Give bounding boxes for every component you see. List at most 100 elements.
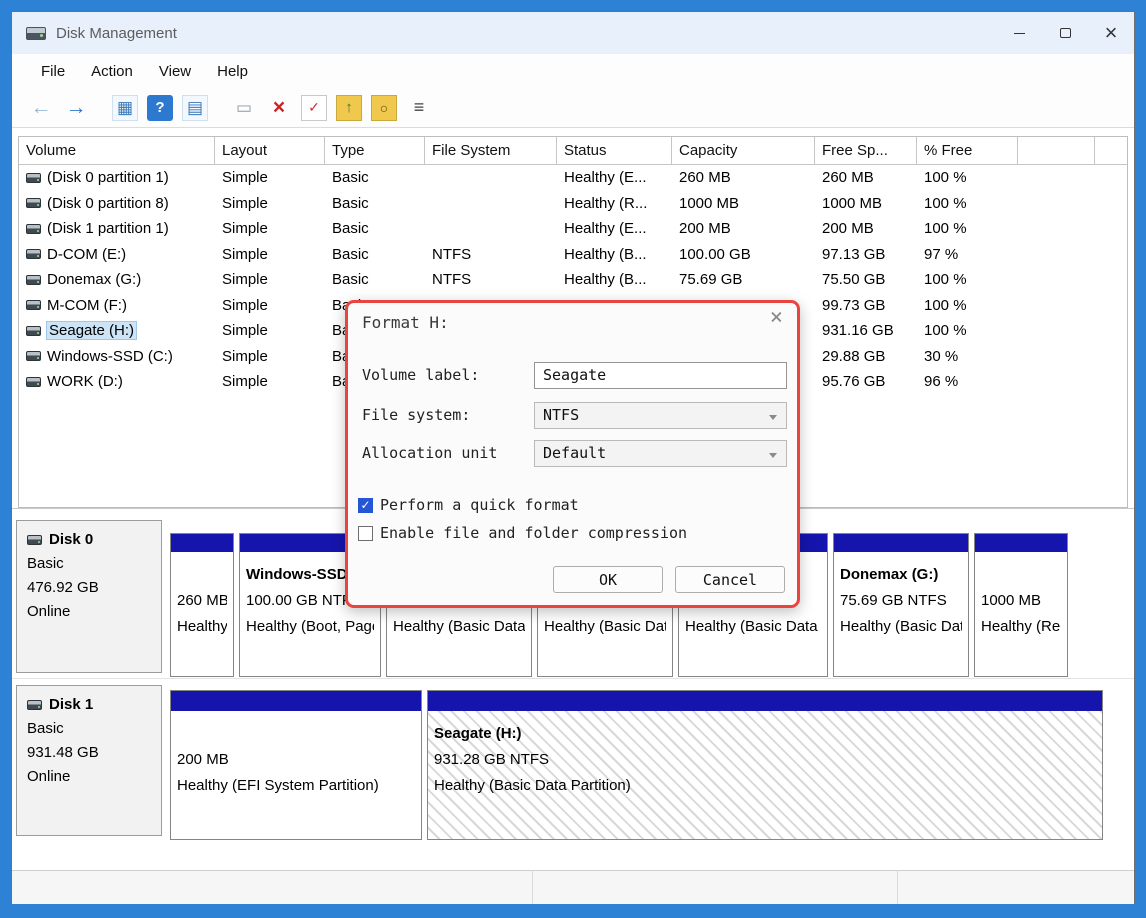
cell-capacity: 1000 MB [672,191,815,217]
compression-label: Enable file and folder compression [380,524,687,542]
volume-table-row[interactable]: (Disk 1 partition 1) Simple Basic Health… [19,216,1127,242]
partition-seagate-h[interactable]: Seagate (H:) 931.28 GB NTFS Healthy (Bas… [427,690,1103,840]
cell-free-space: 29.88 GB [815,344,917,370]
cell-layout: Simple [215,267,325,293]
cell-layout: Simple [215,369,325,395]
check-volume-icon[interactable]: ✓ [301,95,327,121]
disk-separator [12,678,1134,679]
cell-file-system [425,165,557,191]
compression-checkbox[interactable]: Enable file and folder compression [358,523,687,543]
volume-label-input[interactable] [534,362,787,389]
volume-name: Windows-SSD (C:) [47,348,173,365]
partition-title: Seagate (H:) [434,721,1096,747]
console-window-icon[interactable]: ▦ [112,95,138,121]
disk-size: 476.92 GB [27,576,161,600]
status-bar [12,870,1134,904]
disk-1-info[interactable]: Disk 1 Basic 931.48 GB Online [16,685,162,836]
minimize-button[interactable] [996,12,1042,54]
volume-name: M-COM (F:) [47,297,127,314]
maximize-icon [1060,28,1071,38]
quick-format-checkbox[interactable]: Perform a quick format [358,495,579,515]
cell-pct-free: 100 % [917,191,1018,217]
cell-status: Healthy (E... [557,216,672,242]
column-header-capacity[interactable]: Capacity [672,137,815,164]
partition-status: Healthy (Recovery Partition) [981,614,1061,640]
partition-header-bar [171,691,421,711]
file-system-select[interactable]: NTFS [534,402,787,429]
cell-free-space: 200 MB [815,216,917,242]
cell-layout: Simple [215,242,325,268]
allocation-unit-label: Allocation unit [362,444,534,462]
partition-status: Healthy (Basic Data Partition) [434,773,1096,799]
volume-table-row[interactable]: (Disk 0 partition 1) Simple Basic Health… [19,165,1127,191]
disk-management-app-icon [26,27,46,40]
dialog-close-icon[interactable]: × [770,307,783,329]
ok-button[interactable]: OK [553,566,663,593]
menu-help[interactable]: Help [204,59,261,84]
disk-name: Disk 1 [49,693,93,717]
cell-capacity: 75.69 GB [672,267,815,293]
cancel-button[interactable]: Cancel [675,566,785,593]
disk-type: Basic [27,717,161,741]
volume-name: WORK (D:) [47,373,123,390]
cell-capacity: 200 MB [672,216,815,242]
disk-0-info[interactable]: Disk 0 Basic 476.92 GB Online [16,520,162,673]
detail-pane-icon[interactable]: ▤ [182,95,208,121]
partition-donemax-g[interactable]: Donemax (G:) 75.69 GB NTFS Healthy (Basi… [833,533,969,677]
cell-free-space: 75.50 GB [815,267,917,293]
action-pane-icon[interactable]: ▭ [231,95,257,121]
partition-efi-260mb[interactable]: 260 MB Healthy (EFI System Partition) [170,533,234,677]
help-icon[interactable]: ? [147,95,173,121]
menu-file[interactable]: File [28,59,78,84]
close-button[interactable] [1088,12,1134,54]
menu-view[interactable]: View [146,59,204,84]
cell-free-space: 97.13 GB [815,242,917,268]
cell-pct-free: 30 % [917,344,1018,370]
cell-status: Healthy (E... [557,165,672,191]
partition-efi-200mb[interactable]: 200 MB Healthy (EFI System Partition) [170,690,422,840]
volume-icon [26,224,41,234]
browse-icon[interactable]: ○ [371,95,397,121]
cell-type: Basic [325,165,425,191]
volume-icon [26,275,41,285]
quick-format-label: Perform a quick format [380,496,579,514]
file-system-label: File system: [362,406,534,424]
volume-table-row[interactable]: D-COM (E:) Simple Basic NTFS Healthy (B.… [19,242,1127,268]
partition-recovery-1000mb[interactable]: 1000 MB Healthy (Recovery Partition) [974,533,1068,677]
cell-free-space: 260 MB [815,165,917,191]
column-header-volume[interactable]: Volume [19,137,215,164]
column-header-file-system[interactable]: File System [425,137,557,164]
volume-table-row[interactable]: Donemax (G:) Simple Basic NTFS Healthy (… [19,267,1127,293]
cell-pct-free: 97 % [917,242,1018,268]
disk-type: Basic [27,552,161,576]
allocation-unit-select[interactable]: Default [534,440,787,467]
volume-table-row[interactable]: (Disk 0 partition 8) Simple Basic Health… [19,191,1127,217]
dialog-title: Format H: [362,313,449,332]
cell-type: Basic [325,216,425,242]
column-header-free-space[interactable]: Free Sp... [815,137,917,164]
column-header-pct-free[interactable]: % Free [917,137,1018,164]
column-header-type[interactable]: Type [325,137,425,164]
cell-layout: Simple [215,293,325,319]
partition-size: 1000 MB [981,588,1061,614]
partition-header-bar [171,534,233,552]
maximize-button[interactable] [1042,12,1088,54]
allocation-unit-value: Default [543,444,606,462]
delete-volume-icon[interactable]: × [266,95,292,121]
column-header-layout[interactable]: Layout [215,137,325,164]
chevron-down-icon [769,415,777,420]
column-header-status[interactable]: Status [557,137,672,164]
cell-type: Basic [325,242,425,268]
move-up-icon[interactable]: ↑ [336,95,362,121]
column-header-blank [1018,137,1095,164]
forward-icon[interactable]: → [63,95,89,121]
cell-pct-free: 100 % [917,293,1018,319]
back-icon[interactable]: ← [28,95,54,121]
toolbar: ← → ▦ ? ▤ ▭ × ✓ ↑ ○ ≡ [12,88,1134,128]
disk-status: Online [27,600,161,624]
menu-action[interactable]: Action [78,59,146,84]
partition-size: 200 MB [177,747,415,773]
partition-header-bar [834,534,968,552]
cell-file-system: NTFS [425,242,557,268]
properties-icon[interactable]: ≡ [406,95,432,121]
